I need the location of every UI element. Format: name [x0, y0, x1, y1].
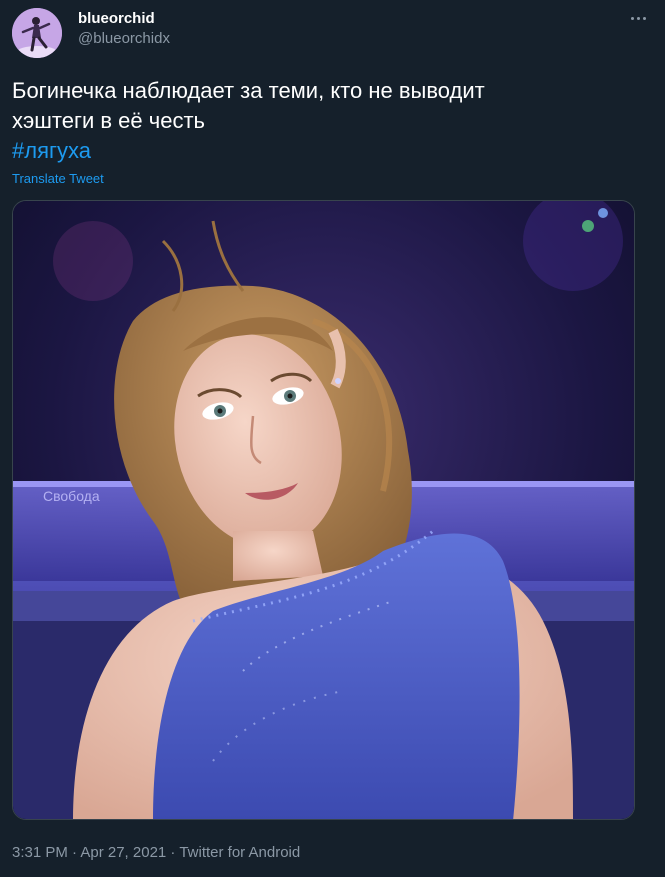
tweet-header: blueorchid @blueorchidx	[12, 8, 651, 58]
photo-figure-skater: Свобода	[13, 201, 634, 819]
author-names: blueorchid @blueorchidx	[78, 9, 170, 49]
hashtag-link[interactable]: #лягуха	[12, 136, 642, 166]
tweet-photo[interactable]: Свобода	[12, 200, 635, 820]
avatar[interactable]	[12, 8, 62, 58]
tweet-text-line-2: хэштеги в её честь	[12, 108, 205, 133]
more-horizontal-icon[interactable]	[625, 8, 651, 28]
translate-tweet-link[interactable]: Translate Tweet	[12, 171, 104, 187]
skater-avatar-icon	[12, 8, 62, 58]
more-dot	[636, 16, 640, 20]
user-handle[interactable]: @blueorchidx	[78, 29, 170, 49]
tweet: blueorchid @blueorchidx Богинечка наблюд…	[0, 0, 665, 877]
more-dot	[642, 16, 646, 20]
tweet-text-line-1: Богинечка наблюдает за теми, кто не выво…	[12, 78, 485, 103]
more-dot	[630, 16, 634, 20]
display-name[interactable]: blueorchid	[78, 9, 170, 29]
tweet-text: Богинечка наблюдает за теми, кто не выво…	[12, 76, 642, 166]
rink-board-sign: Свобода	[43, 488, 100, 504]
tweet-timestamp[interactable]: 3:31 PM · Apr 27, 2021 · Twitter for And…	[12, 843, 300, 863]
